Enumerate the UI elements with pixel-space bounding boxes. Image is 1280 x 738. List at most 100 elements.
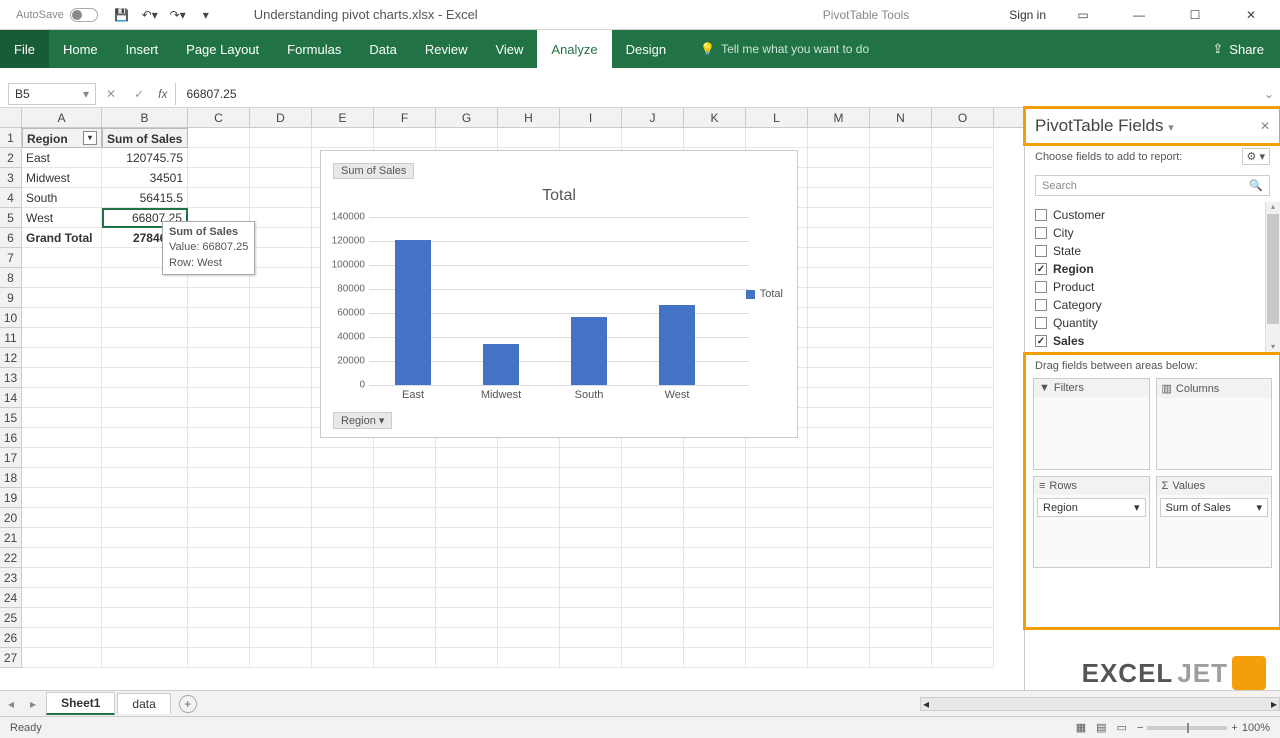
cell[interactable] xyxy=(808,208,870,228)
row-header[interactable]: 5 xyxy=(0,208,22,228)
cell[interactable] xyxy=(684,608,746,628)
cell[interactable]: East xyxy=(22,148,102,168)
cell[interactable] xyxy=(374,588,436,608)
cell[interactable] xyxy=(622,448,684,468)
cell[interactable] xyxy=(22,408,102,428)
field-quantity[interactable]: Quantity xyxy=(1035,314,1270,332)
cell[interactable] xyxy=(436,508,498,528)
cell[interactable] xyxy=(932,168,994,188)
cell[interactable] xyxy=(870,488,932,508)
cell[interactable] xyxy=(870,448,932,468)
cell[interactable] xyxy=(932,608,994,628)
cell[interactable] xyxy=(746,608,808,628)
cell[interactable] xyxy=(684,568,746,588)
cell[interactable] xyxy=(808,268,870,288)
chart-bar[interactable] xyxy=(571,317,607,385)
cell[interactable] xyxy=(498,508,560,528)
cell[interactable] xyxy=(498,448,560,468)
row-header[interactable]: 9 xyxy=(0,288,22,308)
area-values[interactable]: ΣValues Sum of Sales▾ xyxy=(1156,476,1273,568)
pane-gear-icon[interactable]: ⚙ ▾ xyxy=(1242,148,1270,165)
cell[interactable] xyxy=(250,288,312,308)
cell[interactable] xyxy=(250,388,312,408)
cell[interactable] xyxy=(374,468,436,488)
row-header[interactable]: 24 xyxy=(0,588,22,608)
checkbox-icon[interactable] xyxy=(1035,317,1047,329)
cell[interactable] xyxy=(250,448,312,468)
cell[interactable]: Midwest xyxy=(22,168,102,188)
row-header[interactable]: 19 xyxy=(0,488,22,508)
cell[interactable] xyxy=(746,628,808,648)
cell[interactable] xyxy=(870,288,932,308)
cell[interactable] xyxy=(250,608,312,628)
cell[interactable] xyxy=(436,608,498,628)
pane-close-icon[interactable]: ✕ xyxy=(1260,119,1270,133)
formula-cancel-icon[interactable]: ✕ xyxy=(102,87,120,101)
cell[interactable] xyxy=(622,628,684,648)
cell[interactable] xyxy=(808,348,870,368)
cell[interactable] xyxy=(22,568,102,588)
cell[interactable] xyxy=(808,528,870,548)
row-header[interactable]: 27 xyxy=(0,648,22,668)
cell[interactable] xyxy=(870,468,932,488)
row-header[interactable]: 3 xyxy=(0,168,22,188)
add-sheet-button[interactable]: + xyxy=(179,695,197,713)
cell[interactable] xyxy=(250,568,312,588)
row-header[interactable]: 1 xyxy=(0,128,22,148)
cell[interactable] xyxy=(102,328,188,348)
values-pill-sales[interactable]: Sum of Sales▾ xyxy=(1160,498,1269,517)
cell[interactable] xyxy=(188,288,250,308)
cell[interactable] xyxy=(250,268,312,288)
field-customer[interactable]: Customer xyxy=(1035,206,1270,224)
cell[interactable] xyxy=(808,328,870,348)
view-normal-icon[interactable]: ▦ xyxy=(1076,721,1086,734)
cell[interactable] xyxy=(188,548,250,568)
cell[interactable] xyxy=(870,268,932,288)
cell[interactable] xyxy=(870,588,932,608)
cell[interactable] xyxy=(870,388,932,408)
cell[interactable] xyxy=(932,548,994,568)
select-all-corner[interactable] xyxy=(0,108,22,127)
cell[interactable] xyxy=(808,408,870,428)
cell[interactable] xyxy=(498,128,560,148)
cell[interactable] xyxy=(870,408,932,428)
cell[interactable] xyxy=(312,468,374,488)
cell[interactable] xyxy=(188,588,250,608)
cell[interactable] xyxy=(312,568,374,588)
field-city[interactable]: City xyxy=(1035,224,1270,242)
cell[interactable] xyxy=(560,468,622,488)
cell[interactable] xyxy=(746,548,808,568)
cell[interactable] xyxy=(932,228,994,248)
cell[interactable] xyxy=(684,448,746,468)
cell[interactable] xyxy=(436,528,498,548)
cell[interactable] xyxy=(498,548,560,568)
cell[interactable] xyxy=(684,628,746,648)
row-header[interactable]: 15 xyxy=(0,408,22,428)
col-header[interactable]: E xyxy=(312,108,374,127)
cell[interactable] xyxy=(498,628,560,648)
cell[interactable] xyxy=(870,208,932,228)
cell[interactable] xyxy=(22,268,102,288)
cell[interactable] xyxy=(932,448,994,468)
cell[interactable] xyxy=(932,648,994,668)
cell[interactable] xyxy=(684,508,746,528)
checkbox-icon[interactable] xyxy=(1035,209,1047,221)
cell[interactable] xyxy=(684,548,746,568)
cell[interactable] xyxy=(932,468,994,488)
cell[interactable] xyxy=(22,428,102,448)
cell[interactable] xyxy=(436,448,498,468)
row-header[interactable]: 2 xyxy=(0,148,22,168)
field-sales[interactable]: Sales xyxy=(1035,332,1270,350)
cell[interactable] xyxy=(932,408,994,428)
cell[interactable] xyxy=(870,228,932,248)
cell[interactable] xyxy=(746,468,808,488)
tell-me-search[interactable]: 💡 Tell me what you want to do xyxy=(700,30,869,68)
tab-design[interactable]: Design xyxy=(612,30,680,68)
cell[interactable] xyxy=(102,528,188,548)
cell[interactable] xyxy=(374,488,436,508)
checkbox-icon[interactable] xyxy=(1035,281,1047,293)
cell[interactable] xyxy=(932,248,994,268)
cell[interactable] xyxy=(870,608,932,628)
cell[interactable] xyxy=(498,488,560,508)
col-header[interactable]: L xyxy=(746,108,808,127)
